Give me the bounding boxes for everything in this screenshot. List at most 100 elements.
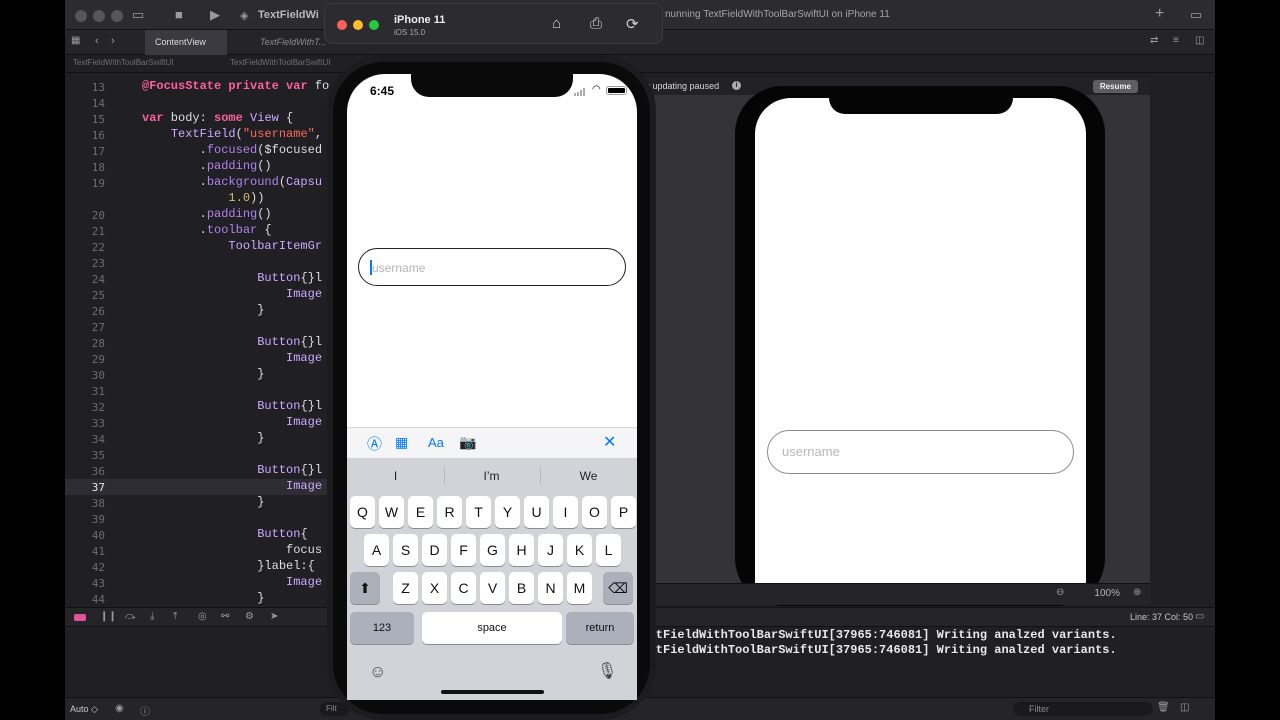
step-in-icon[interactable]: ⤓ bbox=[150, 611, 154, 622]
breakpoints-icon[interactable] bbox=[74, 614, 86, 621]
split-editor-icon[interactable]: ◫ bbox=[1195, 35, 1204, 46]
line-number[interactable]: 39 bbox=[65, 513, 105, 526]
code-line[interactable]: focus bbox=[142, 543, 322, 557]
environment-icon[interactable]: ⚙ bbox=[245, 611, 254, 622]
trash-icon[interactable]: 🗑 bbox=[1157, 702, 1170, 713]
code-line[interactable]: Button{}l bbox=[142, 271, 322, 285]
key-r[interactable]: R bbox=[437, 496, 462, 528]
grid-icon[interactable]: ▦ bbox=[71, 35, 80, 46]
app-target-icon[interactable]: ◈ bbox=[240, 9, 248, 22]
suggestion-3[interactable]: We bbox=[541, 469, 636, 483]
screenshot-icon[interactable]: ⎙ bbox=[590, 15, 602, 32]
code-line[interactable]: } bbox=[142, 591, 264, 605]
stop-icon[interactable]: ■ bbox=[175, 7, 183, 22]
breadcrumb-folder[interactable]: TextFieldWithToolBarSwiftUI bbox=[230, 58, 330, 67]
line-number[interactable]: 13 bbox=[65, 81, 105, 94]
line-number[interactable]: 25 bbox=[65, 289, 105, 302]
code-line[interactable]: }label:{ bbox=[142, 559, 315, 573]
key-a[interactable]: A bbox=[364, 534, 389, 566]
sidebar-toggle-icon[interactable]: ▭ bbox=[132, 7, 144, 23]
resume-button[interactable]: Resume bbox=[1092, 80, 1138, 93]
key-g[interactable]: G bbox=[480, 534, 505, 566]
line-number[interactable]: 16 bbox=[65, 129, 105, 142]
emoji-icon[interactable]: ☺ bbox=[369, 662, 386, 682]
suggestion-1[interactable]: I bbox=[348, 469, 443, 483]
tab-contentview[interactable]: ContentView bbox=[145, 30, 227, 55]
code-line[interactable]: var body: some View { bbox=[142, 111, 293, 125]
console-output[interactable]: +0530 TextFieldWithToolBarSwiftUI[37965:… bbox=[580, 627, 1150, 697]
return-key[interactable]: return bbox=[566, 612, 634, 644]
line-number[interactable]: 21 bbox=[65, 225, 105, 238]
suggestion-2[interactable]: I’m bbox=[444, 469, 539, 483]
line-number[interactable]: 43 bbox=[65, 577, 105, 590]
line-number[interactable]: 31 bbox=[65, 385, 105, 398]
code-line[interactable]: Image bbox=[142, 287, 322, 301]
code-line[interactable]: Image bbox=[142, 351, 322, 365]
close-window-button[interactable] bbox=[75, 10, 87, 22]
view-debugger-icon[interactable]: ◎ bbox=[198, 611, 207, 622]
code-line[interactable]: ToolbarItemGr bbox=[142, 239, 322, 253]
line-number[interactable]: 34 bbox=[65, 433, 105, 446]
key-n[interactable]: N bbox=[538, 572, 563, 604]
zoom-window-button[interactable] bbox=[111, 10, 123, 22]
line-number[interactable]: 33 bbox=[65, 417, 105, 430]
forward-icon[interactable]: › bbox=[111, 35, 115, 47]
code-line[interactable]: } bbox=[142, 303, 264, 317]
code-line[interactable]: .background(Capsu bbox=[142, 175, 322, 189]
quick-look-icon[interactable]: ◉ bbox=[115, 703, 124, 714]
key-j[interactable]: J bbox=[538, 534, 563, 566]
zoom-in-icon[interactable]: ⊕ bbox=[1133, 587, 1141, 598]
key-o[interactable]: O bbox=[582, 496, 607, 528]
key-s[interactable]: S bbox=[393, 534, 418, 566]
code-line[interactable]: Image bbox=[142, 575, 322, 589]
inspector-toggle-icon[interactable]: ▭ bbox=[1190, 7, 1202, 23]
key-t[interactable]: T bbox=[466, 496, 491, 528]
line-number[interactable]: 24 bbox=[65, 273, 105, 286]
line-number[interactable]: 20 bbox=[65, 209, 105, 222]
info-icon[interactable]: i bbox=[732, 81, 741, 90]
key-v[interactable]: V bbox=[480, 572, 505, 604]
key-z[interactable]: Z bbox=[393, 572, 418, 604]
code-line[interactable]: .padding() bbox=[142, 159, 272, 173]
code-line[interactable]: TextField("username", bbox=[142, 127, 322, 141]
sim-close-button[interactable] bbox=[337, 20, 347, 30]
key-x[interactable]: X bbox=[422, 572, 447, 604]
memory-graph-icon[interactable]: ⚯ bbox=[221, 611, 229, 622]
code-line[interactable]: Button{}l bbox=[142, 335, 322, 349]
code-line[interactable]: Image bbox=[142, 479, 322, 493]
key-b[interactable]: B bbox=[509, 572, 534, 604]
key-d[interactable]: D bbox=[422, 534, 447, 566]
microphone-icon[interactable]: 🎙 bbox=[597, 661, 617, 681]
code-line[interactable]: .focused($focused bbox=[142, 143, 322, 157]
a-circle-icon[interactable]: Ⓐ bbox=[367, 433, 382, 454]
minimize-window-button[interactable] bbox=[93, 10, 105, 22]
key-p[interactable]: P bbox=[611, 496, 636, 528]
line-number[interactable]: 36 bbox=[65, 465, 105, 478]
line-number[interactable]: 23 bbox=[65, 257, 105, 270]
key-e[interactable]: E bbox=[408, 496, 433, 528]
code-line[interactable]: @FocusState private var fo bbox=[142, 79, 329, 93]
breadcrumb-project[interactable]: TextFieldWithToolBarSwiftUI bbox=[73, 58, 173, 67]
table-icon[interactable]: ▦ bbox=[395, 434, 408, 451]
key-k[interactable]: K bbox=[567, 534, 592, 566]
text-format-button[interactable]: Aa bbox=[428, 435, 444, 450]
username-input[interactable]: username bbox=[358, 248, 626, 286]
split-console-icon[interactable]: ◫ bbox=[1180, 702, 1189, 713]
hide-console-icon[interactable]: ▭ bbox=[1195, 611, 1204, 622]
code-line[interactable]: .toolbar { bbox=[142, 223, 272, 237]
pause-icon[interactable]: ❙❙ bbox=[100, 611, 117, 622]
xmark-icon[interactable]: ✕ bbox=[603, 432, 616, 452]
line-number[interactable]: 35 bbox=[65, 449, 105, 462]
scheme-selector[interactable]: TextFieldWi bbox=[258, 9, 319, 21]
key-i[interactable]: I bbox=[553, 496, 578, 528]
console-filter-input[interactable]: Filter bbox=[1013, 702, 1153, 716]
delete-key[interactable]: ⌫ bbox=[603, 572, 633, 604]
step-over-icon[interactable]: ⤼ bbox=[125, 611, 136, 622]
shift-key[interactable]: ⬆ bbox=[350, 572, 380, 604]
key-l[interactable]: L bbox=[596, 534, 621, 566]
line-number[interactable]: 26 bbox=[65, 305, 105, 318]
line-number[interactable]: 27 bbox=[65, 321, 105, 334]
sim-zoom-button[interactable] bbox=[369, 20, 379, 30]
numbers-key[interactable]: 123 bbox=[350, 612, 414, 644]
rotate-icon[interactable]: ⟳ bbox=[626, 15, 639, 33]
